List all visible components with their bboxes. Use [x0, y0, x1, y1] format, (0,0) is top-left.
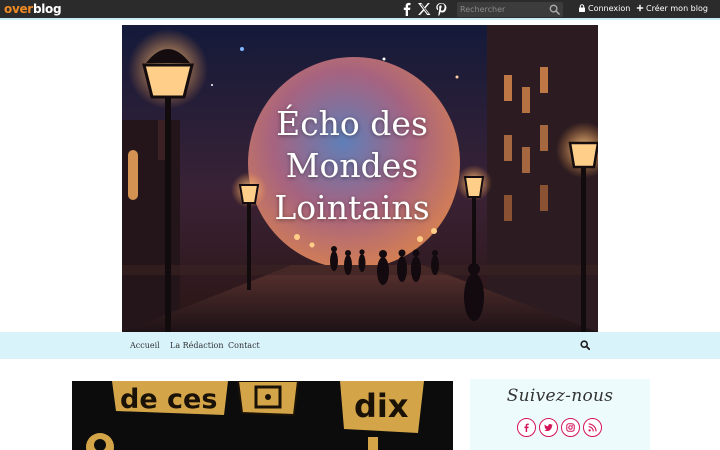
instagram-icon	[566, 423, 575, 432]
blog-title-line-3: Lointains	[274, 188, 430, 227]
search-input[interactable]	[460, 2, 546, 17]
follow-us-widget: Suivez-nous	[470, 379, 650, 450]
main-navigation: Accueil La Rédaction Contact	[0, 332, 720, 359]
facebook-icon[interactable]	[400, 2, 414, 16]
logo-part-over: over	[4, 2, 33, 16]
create-blog-label: Créer mon blog	[646, 4, 708, 13]
article-featured-image[interactable]: de ces dix	[72, 381, 453, 450]
blog-title-line-1: Écho des	[276, 104, 428, 143]
blog-title-line-2: Mondes	[285, 146, 419, 185]
follow-us-title: Suivez-nous	[506, 386, 614, 406]
nav-item-contact[interactable]: Contact	[228, 341, 260, 350]
x-twitter-icon[interactable]	[417, 2, 431, 16]
facebook-button[interactable]	[517, 418, 536, 437]
instagram-button[interactable]	[561, 418, 580, 437]
twitter-icon	[544, 423, 553, 432]
blog-title: Écho des Mondes Lointains	[252, 103, 452, 229]
search-box	[457, 2, 563, 17]
rss-button[interactable]	[583, 418, 602, 437]
nav-item-la-redaction[interactable]: La Rédaction	[170, 341, 224, 350]
article-image-text-right: dix	[354, 387, 409, 425]
twitter-button[interactable]	[539, 418, 558, 437]
article-image-text-left: de ces	[120, 384, 217, 415]
facebook-icon	[524, 423, 529, 432]
lock-icon	[579, 4, 585, 12]
plus-icon	[636, 4, 644, 12]
top-bar: overblog Connexion Créer mon blog	[0, 0, 720, 20]
search-icon[interactable]	[549, 4, 560, 15]
article-image-artwork: de ces dix	[72, 381, 453, 450]
create-blog-link[interactable]: Créer mon blog	[636, 4, 708, 13]
nav-item-accueil[interactable]: Accueil	[130, 341, 160, 350]
pinterest-icon[interactable]	[434, 2, 448, 16]
overblog-logo[interactable]: overblog	[4, 2, 62, 16]
logo-part-blog: blog	[32, 2, 62, 16]
login-label: Connexion	[588, 4, 631, 13]
nav-search-icon[interactable]	[580, 340, 590, 350]
rss-icon	[588, 423, 597, 432]
login-link[interactable]: Connexion	[578, 4, 630, 13]
blog-header-image[interactable]: Écho des Mondes Lointains	[122, 25, 598, 332]
